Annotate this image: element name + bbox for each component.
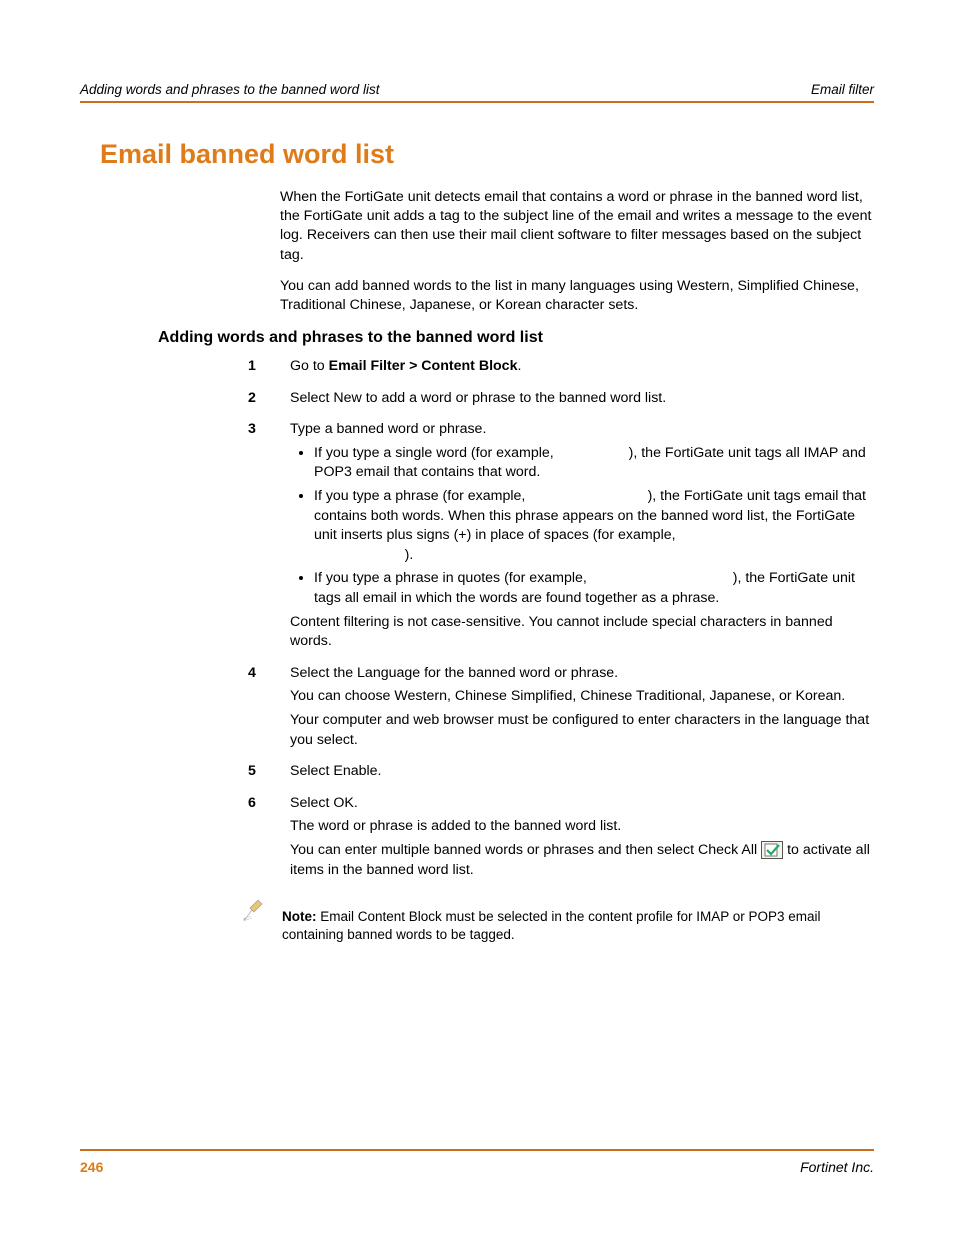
- intro-paragraph-2: You can add banned words to the list in …: [280, 277, 874, 315]
- bullet-item: If you type a phrase (for example, ), th…: [314, 487, 874, 565]
- header-rule: [80, 101, 874, 103]
- step-text: Select New to add a word or phrase to th…: [290, 389, 874, 409]
- note-pin-icon: [240, 892, 270, 927]
- step-text: Go to Email Filter > Content Block.: [290, 357, 874, 377]
- bullet-item: If you type a single word (for example, …: [314, 444, 874, 483]
- step-4: 4 Select the Language for the banned wor…: [238, 664, 874, 754]
- step-number: 3: [238, 420, 290, 656]
- step-text: Select OK.: [290, 794, 874, 814]
- company-name: Fortinet Inc.: [800, 1159, 874, 1175]
- section-title: Email banned word list: [100, 139, 874, 170]
- step-number: 6: [238, 794, 290, 884]
- note-block: Note: Email Content Block must be select…: [238, 892, 874, 957]
- step-number: 2: [238, 389, 290, 413]
- bullet-item: If you type a phrase in quotes (for exam…: [314, 569, 874, 608]
- step-tail: Content filtering is not case-sensitive.…: [290, 613, 874, 652]
- step-1: 1 Go to Email Filter > Content Block.: [238, 357, 874, 381]
- note-text: Note: Email Content Block must be select…: [282, 908, 874, 944]
- step-number: 4: [238, 664, 290, 754]
- check-all-icon: [761, 841, 783, 859]
- step-2: 2 Select New to add a word or phrase to …: [238, 389, 874, 413]
- step-number: 5: [238, 762, 290, 786]
- running-header-left: Adding words and phrases to the banned w…: [80, 82, 379, 97]
- step-number: 1: [238, 357, 290, 381]
- step-5: 5 Select Enable.: [238, 762, 874, 786]
- step-text: Type a banned word or phrase.: [290, 420, 874, 440]
- footer-rule: [80, 1149, 874, 1151]
- step-6: 6 Select OK. The word or phrase is added…: [238, 794, 874, 884]
- page-number: 246: [80, 1159, 103, 1175]
- step-text: The word or phrase is added to the banne…: [290, 817, 874, 837]
- step-text: You can choose Western, Chinese Simplifi…: [290, 687, 874, 707]
- step-text: You can enter multiple banned words or p…: [290, 841, 874, 880]
- step-3: 3 Type a banned word or phrase. If you t…: [238, 420, 874, 656]
- intro-paragraph-1: When the FortiGate unit detects email th…: [280, 188, 874, 265]
- running-header-right: Email filter: [811, 82, 874, 97]
- step-text: Your computer and web browser must be co…: [290, 711, 874, 750]
- subsection-title: Adding words and phrases to the banned w…: [158, 329, 874, 347]
- step-text: Select the Language for the banned word …: [290, 664, 874, 684]
- step-text: Select Enable.: [290, 762, 874, 782]
